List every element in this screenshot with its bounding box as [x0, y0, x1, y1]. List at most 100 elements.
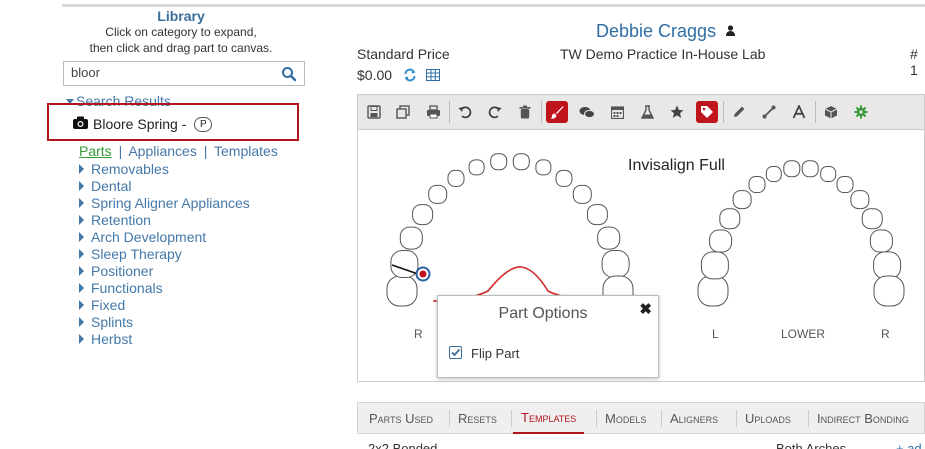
- tooth[interactable]: [428, 184, 448, 204]
- caret-right-icon: [79, 299, 84, 310]
- tooth[interactable]: [399, 226, 423, 250]
- flask-icon[interactable]: [636, 101, 658, 123]
- print-icon[interactable]: [422, 101, 444, 123]
- tooth[interactable]: [700, 251, 729, 280]
- tooth[interactable]: [873, 275, 905, 307]
- price-value: $0.00: [357, 67, 393, 83]
- redo-icon[interactable]: [484, 101, 506, 123]
- patient-name[interactable]: Debbie Craggs: [596, 21, 716, 41]
- tooth[interactable]: [572, 184, 592, 204]
- tooth[interactable]: [601, 250, 630, 278]
- pencil-icon[interactable]: [728, 101, 750, 123]
- part-options-popup: Part Options ✖ Flip Part: [437, 295, 659, 378]
- tooth[interactable]: [390, 250, 419, 278]
- tooth[interactable]: [468, 159, 485, 176]
- tooth[interactable]: [820, 166, 837, 182]
- category-item[interactable]: Spring Aligner Appliances: [79, 194, 250, 211]
- tab-divider: [511, 410, 512, 427]
- library-search-input[interactable]: [71, 65, 271, 80]
- comments-icon[interactable]: [576, 101, 598, 123]
- category-item[interactable]: Herbst: [79, 330, 250, 347]
- tab-indirect-bonding[interactable]: Indirect Bonding: [817, 403, 909, 434]
- flip-part-checkbox[interactable]: [449, 346, 462, 359]
- table-grid-icon[interactable]: [426, 68, 440, 86]
- tooth[interactable]: [709, 229, 733, 253]
- tooth[interactable]: [490, 153, 508, 171]
- tooth[interactable]: [861, 208, 883, 230]
- tooth[interactable]: [447, 169, 465, 187]
- star-icon[interactable]: [666, 101, 688, 123]
- result-item-label: Bloore Spring -: [93, 116, 187, 132]
- category-label: Arch Development: [91, 228, 207, 245]
- category-label: Retention: [91, 211, 151, 228]
- search-icon[interactable]: [281, 66, 297, 87]
- tooth[interactable]: [535, 159, 552, 176]
- category-item[interactable]: Retention: [79, 211, 250, 228]
- tab-aligners[interactable]: Aligners: [670, 403, 718, 434]
- cube-icon[interactable]: [820, 101, 842, 123]
- category-item[interactable]: Arch Development: [79, 228, 250, 245]
- caret-right-icon: [79, 265, 84, 276]
- tooth[interactable]: [512, 153, 530, 171]
- category-item[interactable]: Removables: [79, 160, 250, 177]
- tab-templates[interactable]: Templates: [513, 403, 585, 434]
- tab-divider: [736, 410, 737, 427]
- tab-parts[interactable]: Parts: [79, 143, 112, 159]
- upper-arch: [386, 153, 634, 307]
- category-item[interactable]: Positioner: [79, 262, 250, 279]
- tab-divider: [449, 410, 450, 427]
- refresh-icon[interactable]: [403, 68, 417, 87]
- add-template-button[interactable]: + ad: [896, 441, 922, 449]
- tooth[interactable]: [748, 176, 766, 193]
- paintbrush-icon[interactable]: [546, 101, 568, 123]
- tooth[interactable]: [869, 229, 893, 253]
- tooth[interactable]: [597, 226, 621, 250]
- tooth[interactable]: [555, 169, 573, 187]
- line-tool-icon[interactable]: [758, 101, 780, 123]
- case-number[interactable]: # 1: [910, 46, 925, 78]
- tooth[interactable]: [697, 275, 729, 307]
- tooth[interactable]: [836, 176, 854, 193]
- caret-right-icon: [79, 163, 84, 174]
- tooth[interactable]: [412, 204, 434, 226]
- part-type-badge: P: [194, 116, 213, 132]
- tooth[interactable]: [801, 160, 819, 178]
- tooth[interactable]: [386, 275, 418, 307]
- tooth[interactable]: [783, 160, 801, 178]
- category-item[interactable]: Sleep Therapy: [79, 245, 250, 262]
- tooth[interactable]: [873, 251, 902, 280]
- tooth[interactable]: [732, 190, 752, 210]
- caret-right-icon: [79, 316, 84, 327]
- category-item[interactable]: Functionals: [79, 279, 250, 296]
- trash-icon[interactable]: [514, 101, 536, 123]
- tooth[interactable]: [586, 204, 608, 226]
- tab-divider: [596, 410, 597, 427]
- tab-parts-used[interactable]: Parts Used: [369, 403, 433, 434]
- tooth[interactable]: [850, 190, 870, 210]
- tab-separator: |: [203, 143, 208, 159]
- camera-icon[interactable]: [73, 116, 88, 132]
- flip-part-label[interactable]: Flip Part: [471, 346, 519, 361]
- save-icon[interactable]: [363, 101, 385, 123]
- tab-templates[interactable]: Templates: [214, 143, 278, 159]
- tab-models[interactable]: Models: [605, 403, 646, 434]
- category-item[interactable]: Fixed: [79, 296, 250, 313]
- copy-icon[interactable]: [392, 101, 414, 123]
- caret-right-icon: [79, 197, 84, 208]
- search-result-item[interactable]: Bloore Spring - P: [73, 116, 213, 132]
- category-item[interactable]: Splints: [79, 313, 250, 330]
- canvas-toolbar: [358, 95, 924, 130]
- tooth[interactable]: [765, 166, 782, 182]
- text-tool-icon[interactable]: [788, 101, 810, 123]
- calendar-icon[interactable]: [606, 101, 628, 123]
- category-label: Sleep Therapy: [91, 245, 182, 262]
- tooth[interactable]: [719, 208, 741, 230]
- tag-icon[interactable]: [696, 101, 718, 123]
- category-item[interactable]: Dental: [79, 177, 250, 194]
- tab-appliances[interactable]: Appliances: [128, 143, 197, 159]
- close-icon[interactable]: ✖: [639, 300, 652, 318]
- settings-gear-icon[interactable]: [850, 101, 872, 123]
- tab-uploads[interactable]: Uploads: [745, 403, 791, 434]
- undo-icon[interactable]: [454, 101, 476, 123]
- tab-resets[interactable]: Resets: [458, 403, 497, 434]
